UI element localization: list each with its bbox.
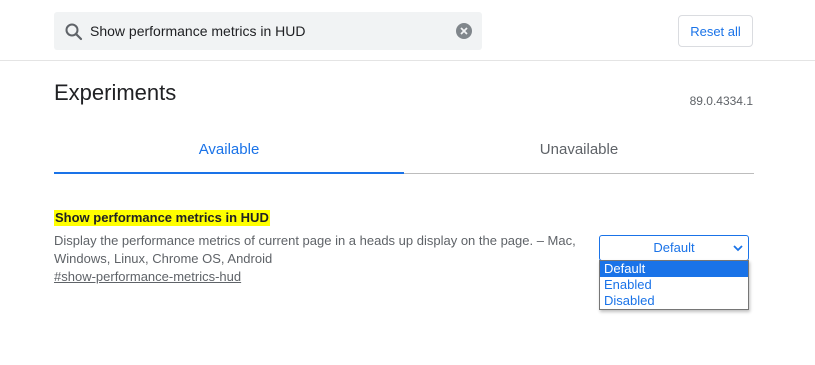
option-enabled[interactable]: Enabled bbox=[600, 277, 748, 293]
option-default[interactable]: Default bbox=[600, 261, 748, 277]
clear-icon[interactable] bbox=[456, 23, 472, 39]
header-bar: Reset all bbox=[0, 0, 815, 61]
experiment-title: Show performance metrics in HUD bbox=[54, 210, 270, 226]
search-box[interactable] bbox=[54, 12, 482, 50]
version-label: 89.0.4334.1 bbox=[689, 94, 753, 108]
tab-bar: Available Unavailable bbox=[54, 128, 754, 174]
option-disabled[interactable]: Disabled bbox=[600, 293, 748, 309]
experiment-description: Display the performance metrics of curre… bbox=[54, 233, 576, 266]
search-icon bbox=[65, 23, 83, 41]
tab-available[interactable]: Available bbox=[54, 128, 404, 174]
select-value: Default bbox=[653, 240, 695, 255]
reset-all-button[interactable]: Reset all bbox=[678, 15, 753, 47]
page-title: Experiments bbox=[54, 80, 177, 105]
tab-unavailable[interactable]: Unavailable bbox=[404, 128, 754, 174]
experiment-link[interactable]: #show-performance-metrics-hud bbox=[54, 269, 241, 284]
chevron-down-icon bbox=[733, 245, 743, 252]
search-input[interactable] bbox=[90, 12, 440, 50]
experiment-select[interactable]: Default bbox=[599, 235, 749, 261]
select-dropdown: Default Enabled Disabled bbox=[599, 260, 749, 310]
